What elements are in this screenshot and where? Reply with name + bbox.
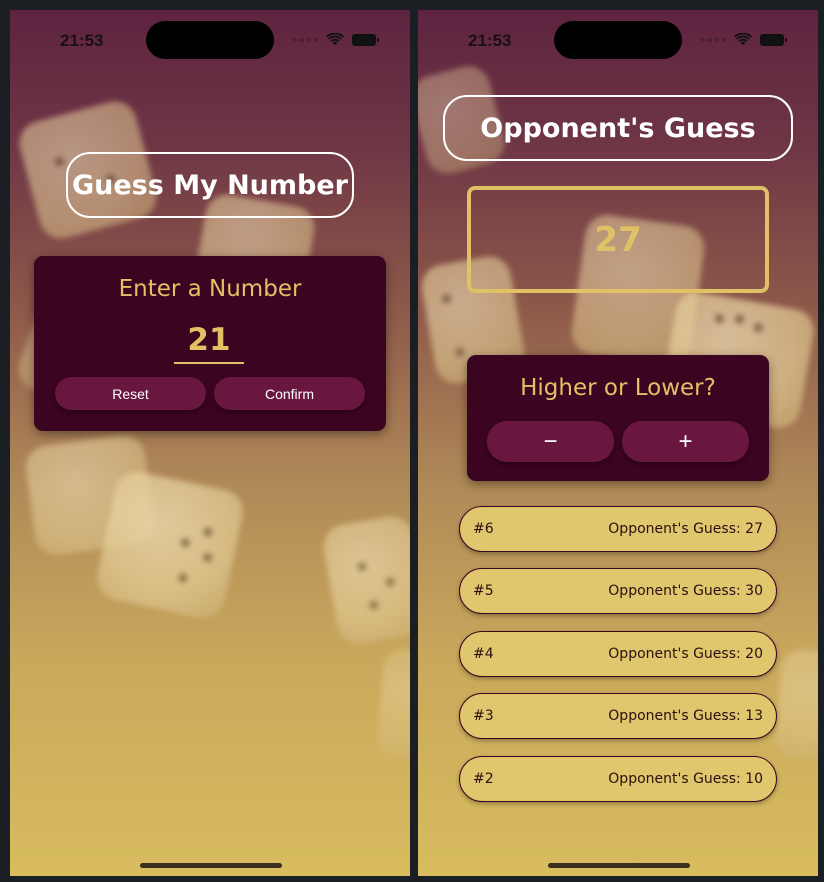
list-item: #2 Opponent's Guess: 10: [459, 756, 777, 802]
dice-background-image: [773, 647, 818, 763]
battery-icon: [352, 33, 379, 46]
higher-lower-card: Higher or Lower? − +: [467, 355, 769, 481]
dice-background-image: [320, 513, 410, 647]
wifi-icon: [734, 33, 752, 46]
log-round: #6: [473, 521, 494, 537]
minus-icon: −: [543, 427, 558, 455]
status-icons: [293, 33, 379, 46]
current-guess-box: 27: [467, 186, 769, 293]
page-title: Guess My Number: [66, 152, 354, 218]
list-item: #6 Opponent's Guess: 27: [459, 506, 777, 552]
status-icons: [701, 33, 787, 46]
page-title: Opponent's Guess: [443, 95, 793, 161]
start-game-screen: 21:53 Guess My Number Enter a Number 21 …: [10, 10, 410, 876]
dynamic-island: [146, 21, 274, 59]
cellular-dots-icon: [701, 37, 726, 42]
status-bar: 21:53: [10, 10, 410, 66]
reset-button[interactable]: Reset: [55, 377, 206, 410]
status-bar: 21:53: [418, 10, 818, 66]
log-round: #5: [473, 583, 494, 599]
list-item: #5 Opponent's Guess: 30: [459, 568, 777, 614]
cellular-dots-icon: [293, 37, 318, 42]
dynamic-island: [554, 21, 682, 59]
log-round: #3: [473, 708, 494, 724]
log-guess: Opponent's Guess: 30: [608, 583, 763, 599]
log-round: #4: [473, 646, 494, 662]
game-screen: 21:53 Opponent's Guess 27 Higher or Lowe…: [418, 10, 818, 876]
card-title: Enter a Number: [118, 276, 302, 302]
number-input-value: 21: [187, 322, 231, 358]
card-title: Higher or Lower?: [520, 375, 716, 401]
lower-button[interactable]: −: [487, 421, 614, 462]
log-guess: Opponent's Guess: 20: [608, 646, 763, 662]
home-indicator: [140, 863, 282, 868]
list-item: #3 Opponent's Guess: 13: [459, 693, 777, 739]
log-round: #2: [473, 771, 494, 787]
log-guess: Opponent's Guess: 27: [608, 521, 763, 537]
plus-icon: +: [678, 427, 693, 455]
status-time: 21:53: [468, 31, 512, 50]
dice-background-image: [375, 647, 410, 763]
confirm-button[interactable]: Confirm: [214, 377, 365, 410]
wifi-icon: [326, 33, 344, 46]
number-input-card: Enter a Number 21 Reset Confirm: [34, 256, 386, 431]
log-guess: Opponent's Guess: 13: [608, 708, 763, 724]
higher-button[interactable]: +: [622, 421, 749, 462]
current-guess-value: 27: [594, 219, 642, 260]
dice-background-image: [92, 467, 248, 623]
status-time: 21:53: [60, 31, 104, 50]
home-indicator: [548, 863, 690, 868]
list-item: #4 Opponent's Guess: 20: [459, 631, 777, 677]
number-input[interactable]: 21: [174, 320, 244, 364]
log-guess: Opponent's Guess: 10: [608, 771, 763, 787]
battery-icon: [760, 33, 787, 46]
